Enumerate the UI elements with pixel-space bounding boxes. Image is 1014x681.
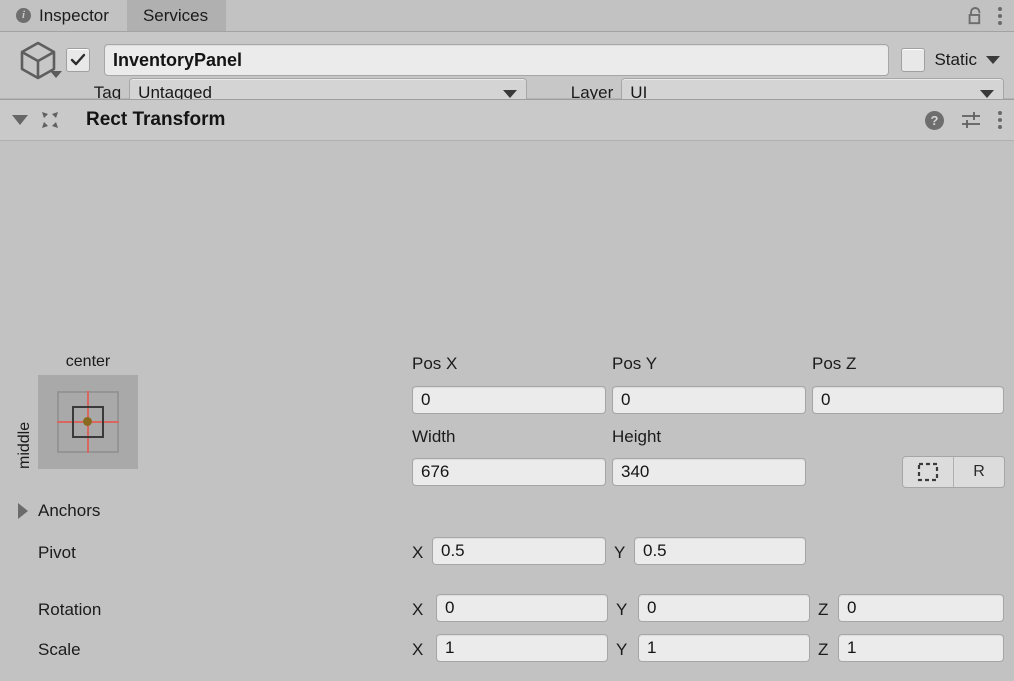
static-checkbox[interactable] — [901, 48, 926, 72]
info-icon: i — [16, 8, 31, 23]
rect-transform-body: center middle Pos X Pos Y Pos Z 0 0 0 Wi… — [0, 141, 1014, 681]
pos-y-value: 0 — [621, 390, 631, 409]
scale-label: Scale — [38, 640, 81, 659]
scale-x-value: 1 — [445, 638, 455, 657]
cube-icon[interactable] — [10, 38, 66, 82]
width-label: Width — [412, 427, 456, 446]
width-value: 676 — [421, 462, 450, 481]
rotation-z-axis-label: Z — [818, 600, 829, 619]
anchors-label: Anchors — [38, 501, 101, 520]
pivot-y-axis-label: Y — [614, 543, 626, 562]
rotation-x-axis-label: X — [412, 600, 424, 619]
kebab-menu-icon[interactable] — [998, 6, 1002, 25]
scale-y-input[interactable]: 1 — [638, 634, 810, 662]
anchor-horizontal-label: center — [65, 353, 111, 370]
gameobject-header: InventoryPanel Static Tag Untagged Layer… — [0, 32, 1014, 108]
blueprint-mode-icon[interactable] — [903, 457, 953, 487]
width-input[interactable]: 676 — [412, 458, 606, 486]
scale-z-input[interactable]: 1 — [838, 634, 1004, 662]
tab-inspector-label: Inspector — [39, 5, 109, 25]
static-label: Static — [934, 50, 977, 69]
rect-mode-button-group: R — [902, 456, 1005, 488]
anchor-preset-widget[interactable]: center middle — [16, 353, 138, 469]
component-header-actions: ? — [925, 110, 1002, 130]
pos-z-input[interactable]: 0 — [812, 386, 1004, 414]
kebab-menu-icon[interactable] — [998, 111, 1002, 129]
chevron-right-icon — [18, 503, 28, 519]
tab-services-label: Services — [142, 5, 209, 25]
anchor-preset-diagram[interactable]: middle — [16, 375, 138, 469]
pos-x-value: 0 — [421, 390, 431, 409]
tab-inspector[interactable]: i Inspector — [0, 0, 127, 31]
rotation-z-value: 0 — [847, 598, 857, 617]
gameobject-active-checkbox[interactable] — [66, 48, 90, 72]
tab-services[interactable]: Services — [126, 0, 227, 31]
component-foldout-chevron-down-icon[interactable] — [12, 115, 28, 125]
tab-bar-actions — [967, 0, 1014, 31]
help-icon[interactable]: ? — [925, 110, 944, 130]
rect-transform-icon — [38, 108, 62, 132]
pivot-x-input[interactable]: 0.5 — [432, 537, 606, 565]
pivot-x-axis-label: X — [412, 543, 424, 562]
pivot-label: Pivot — [38, 543, 76, 562]
pivot-x-value: 0.5 — [441, 541, 465, 560]
gameobject-name-input[interactable]: InventoryPanel — [104, 44, 890, 76]
anchor-vertical-label: middle — [16, 421, 33, 469]
anchors-foldout[interactable]: Anchors — [18, 501, 100, 521]
chevron-down-icon — [503, 90, 518, 98]
gameobject-name-row: InventoryPanel Static — [0, 32, 1014, 82]
static-group: Static — [901, 48, 1004, 72]
height-label: Height — [612, 427, 662, 446]
inspector-panel: i Inspector Services InventoryPanel Stat… — [0, 0, 1014, 662]
rotation-label: Rotation — [38, 600, 102, 619]
scale-z-axis-label: Z — [818, 640, 829, 659]
raw-edit-mode-label: R — [973, 463, 985, 480]
unlock-icon[interactable] — [967, 6, 984, 25]
scale-y-axis-label: Y — [616, 640, 628, 659]
rotation-y-axis-label: Y — [616, 600, 628, 619]
gameobject-name-value: InventoryPanel — [113, 49, 243, 70]
rotation-y-value: 0 — [647, 598, 657, 617]
pos-y-input[interactable]: 0 — [612, 386, 806, 414]
pos-z-label: Pos Z — [812, 354, 857, 373]
pivot-dot-icon — [83, 417, 92, 426]
height-input[interactable]: 340 — [612, 458, 806, 486]
rotation-x-value: 0 — [445, 598, 455, 617]
rect-transform-header[interactable]: Rect Transform ? — [0, 99, 1014, 141]
pos-y-label: Pos Y — [612, 354, 658, 373]
preset-sliders-icon[interactable] — [960, 110, 982, 130]
tab-bar: i Inspector Services — [0, 0, 1014, 32]
height-value: 340 — [621, 462, 650, 481]
raw-edit-mode-button[interactable]: R — [953, 457, 1004, 487]
pivot-y-value: 0.5 — [643, 541, 667, 560]
rotation-y-input[interactable]: 0 — [638, 594, 810, 622]
scale-z-value: 1 — [847, 638, 857, 657]
pos-x-label: Pos X — [412, 354, 458, 373]
pos-z-value: 0 — [821, 390, 831, 409]
scale-x-input[interactable]: 1 — [436, 634, 608, 662]
rotation-z-input[interactable]: 0 — [838, 594, 1004, 622]
chevron-down-icon — [980, 90, 994, 98]
scale-y-value: 1 — [647, 638, 657, 657]
chevron-down-icon — [50, 71, 62, 78]
component-title: Rect Transform — [86, 109, 226, 130]
pivot-y-input[interactable]: 0.5 — [634, 537, 806, 565]
static-dropdown-chevron-down-icon[interactable] — [986, 56, 1000, 64]
rotation-x-input[interactable]: 0 — [436, 594, 608, 622]
pos-x-input[interactable]: 0 — [412, 386, 606, 414]
scale-x-axis-label: X — [412, 640, 424, 659]
